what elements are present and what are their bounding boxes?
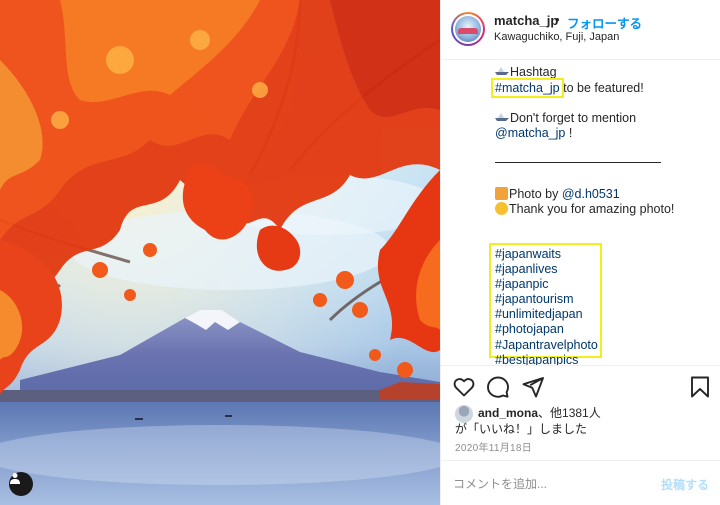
- hashtag-link[interactable]: #japanlives: [495, 262, 558, 276]
- smiling-face-icon: [495, 202, 508, 215]
- comment-input[interactable]: [453, 475, 653, 493]
- liker-username-link[interactable]: and_mona: [478, 406, 538, 420]
- user-tags-button[interactable]: [9, 472, 33, 496]
- hashtag-link[interactable]: #japantourism: [495, 292, 574, 306]
- hashtag-link[interactable]: #unlimitedjapan: [495, 307, 583, 321]
- caption-mention-line: Don't forget to mention: [495, 111, 636, 125]
- caption-hashtag-line: Hashtag: [495, 65, 557, 79]
- separator-dot: •: [555, 12, 560, 27]
- likes-count[interactable]: 、他1381人: [538, 406, 601, 420]
- comment-bar: 投稿する: [441, 460, 720, 505]
- action-bar: [441, 365, 720, 405]
- likes-summary: and_mona、他1381人: [478, 404, 601, 421]
- paper-plane-icon[interactable]: [521, 375, 545, 399]
- post-photo[interactable]: [0, 0, 440, 505]
- camera-icon: [495, 187, 508, 200]
- caption-thanks-line: Thank you for amazing photo!: [495, 202, 674, 216]
- hashtag-link[interactable]: #japanwaits: [495, 247, 561, 261]
- caption-area: Hashtag #matcha_jp to be featured! Don't…: [441, 61, 720, 365]
- ship-icon: [495, 67, 509, 75]
- person-icon: [10, 473, 20, 484]
- mount-fuji-autumn-photo: [0, 0, 440, 505]
- post-date[interactable]: 2020年11月18日: [455, 439, 532, 454]
- likes-suffix: が「いいね！」しました: [455, 422, 588, 436]
- caption-mention-handle-line: @matcha_jp !: [495, 126, 573, 140]
- follow-button[interactable]: フォローする: [567, 13, 642, 32]
- hashtag-link[interactable]: #photojapan: [495, 322, 564, 336]
- featured-tag-highlight: [491, 78, 564, 98]
- post-header: matcha_jp • フォローする Kawaguchiko, Fuji, Ja…: [441, 0, 720, 60]
- post-details-panel: matcha_jp • フォローする Kawaguchiko, Fuji, Ja…: [440, 0, 720, 505]
- mention-link[interactable]: @matcha_jp: [495, 126, 565, 140]
- heart-icon[interactable]: [452, 375, 476, 399]
- profile-avatar[interactable]: [451, 12, 485, 46]
- username-link[interactable]: matcha_jp: [494, 13, 558, 28]
- caption-credit-line: Photo by @d.h0531: [495, 187, 620, 201]
- caption-divider: [495, 162, 661, 163]
- ship-icon: [495, 113, 509, 121]
- post-comment-button[interactable]: 投稿する: [661, 476, 709, 493]
- bookmark-icon[interactable]: [688, 375, 712, 399]
- location-link[interactable]: Kawaguchiko, Fuji, Japan: [494, 31, 619, 43]
- hashtag-link[interactable]: #japanpic: [495, 277, 549, 291]
- hashtag-link[interactable]: #Japantravelphoto: [495, 338, 598, 352]
- speech-bubble-icon[interactable]: [486, 375, 510, 399]
- hashtag-link[interactable]: #bestjapanpics: [495, 353, 578, 365]
- photographer-link[interactable]: @d.h0531: [562, 187, 620, 201]
